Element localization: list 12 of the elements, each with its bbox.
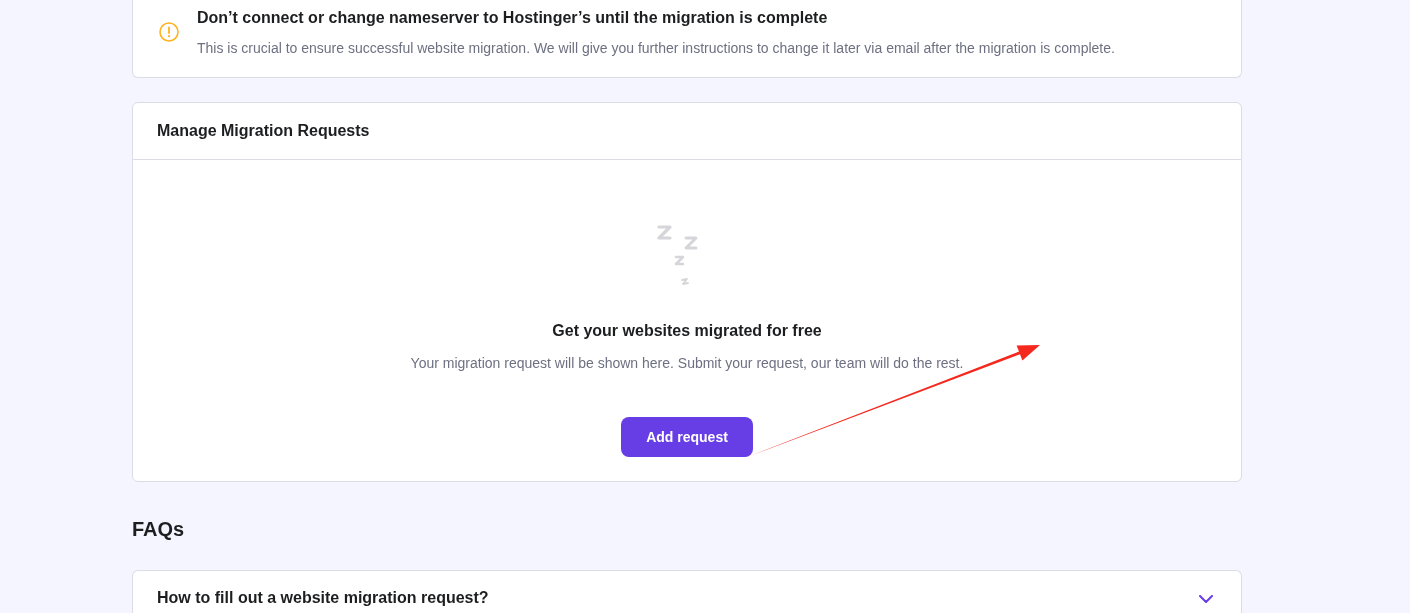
sleeping-zzz-icon	[656, 224, 698, 287]
section-heading: FAQs	[132, 517, 185, 542]
add-request-button[interactable]: Add request	[621, 417, 753, 457]
notice-title: Don’t connect or change nameserver to Hostinger’s until the migration is complete	[197, 8, 828, 28]
faq-question: How to fill out a website migration request?	[157, 588, 489, 608]
faq-item[interactable]: How to fill out a website migration request?	[132, 570, 1242, 613]
warning-icon	[159, 22, 179, 42]
notice-text: This is crucial to ensure successful website migration. We will give you further instructions to change it later via email after the migration is complete.	[197, 39, 1115, 58]
chevron-icon[interactable]	[1199, 595, 1213, 603]
card-title: Manage Migration Requests	[157, 121, 370, 141]
empty-state-text: Your migration request will be shown here. Submit your request, our team will do the rest.	[410, 354, 964, 373]
empty-state-heading: Get your websites migrated for free	[552, 321, 822, 341]
